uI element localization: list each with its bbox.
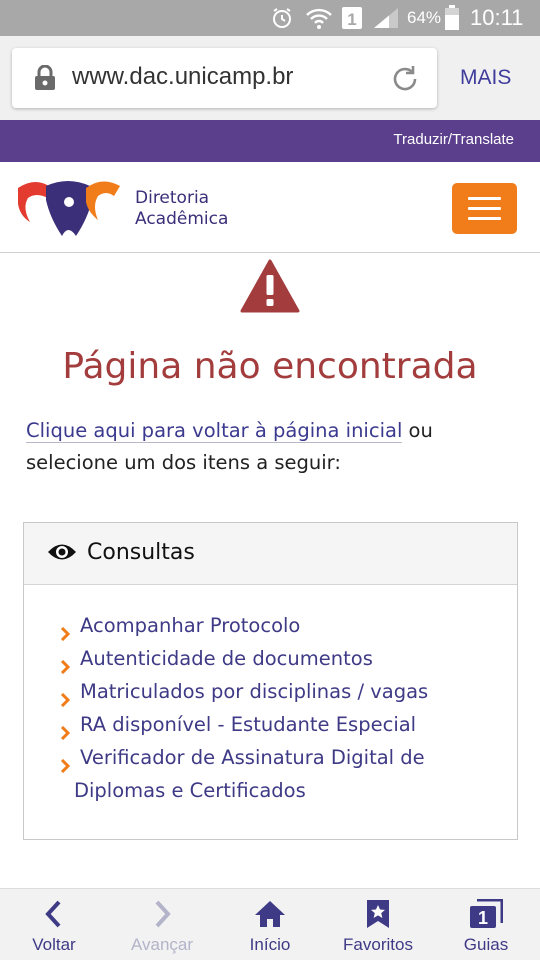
brand-line2: Acadêmica bbox=[135, 209, 229, 229]
list-item-label[interactable]: Matriculados por disciplinas / vagas bbox=[80, 680, 428, 703]
brand-name[interactable]: Diretoria Acadêmica bbox=[135, 188, 228, 230]
tabs-icon: 1 bbox=[469, 898, 504, 933]
intro-text: Clique aqui para voltar à página inicial… bbox=[26, 415, 526, 479]
back-label: Voltar bbox=[32, 935, 76, 954]
chevron-right-icon bbox=[60, 750, 71, 783]
list-item-label[interactable]: Verificador de Assinatura Digital de bbox=[80, 746, 425, 769]
browser-bottom-nav: Voltar Avançar Início Favoritos 1 Guias bbox=[0, 888, 540, 960]
hamburger-icon bbox=[468, 197, 501, 200]
back-button[interactable]: Voltar bbox=[0, 889, 108, 960]
list-item-label[interactable]: Autenticidade de documentos bbox=[80, 647, 373, 670]
bookmark-star-icon bbox=[365, 899, 391, 933]
lock-icon bbox=[34, 64, 56, 95]
consultas-panel: Consultas Acompanhar Protocolo Autentici… bbox=[23, 522, 518, 840]
hamburger-menu-button[interactable] bbox=[452, 183, 517, 234]
clock: 10:11 bbox=[470, 5, 524, 30]
svg-text:1: 1 bbox=[478, 908, 488, 928]
translate-link[interactable]: Traduzir/Translate bbox=[393, 131, 514, 148]
tabs-label: Guias bbox=[463, 935, 509, 954]
chevron-right-icon bbox=[151, 899, 173, 933]
address-bar[interactable]: www.dac.unicamp.br bbox=[12, 48, 437, 108]
more-menu-button[interactable]: MAIS bbox=[460, 66, 511, 90]
top-band: Traduzir/Translate bbox=[0, 120, 540, 162]
home-page-link[interactable]: Clique aqui para voltar à página inicial bbox=[26, 419, 403, 443]
reload-icon[interactable] bbox=[388, 62, 422, 100]
list-item-ra-disponivel[interactable]: RA disponível - Estudante Especial bbox=[60, 708, 500, 741]
sim-icon: 1 bbox=[341, 0, 363, 36]
warning-icon bbox=[240, 259, 300, 317]
browser-toolbar: www.dac.unicamp.br MAIS bbox=[0, 36, 540, 120]
tabs-button[interactable]: 1 Guias bbox=[432, 889, 540, 960]
consultas-list: Acompanhar Protocolo Autenticidade de do… bbox=[60, 609, 500, 807]
dac-logo[interactable] bbox=[18, 178, 120, 240]
forward-label: Avançar bbox=[130, 935, 194, 954]
signal-icon bbox=[372, 0, 400, 36]
panel-header: Consultas bbox=[24, 523, 517, 585]
home-button[interactable]: Início bbox=[216, 889, 324, 960]
wifi-icon bbox=[305, 0, 333, 36]
panel-title: Consultas bbox=[87, 540, 195, 565]
battery-percent: 64% bbox=[407, 8, 442, 27]
hamburger-bar bbox=[468, 217, 501, 220]
list-item-verificador-assinatura[interactable]: Verificador de Assinatura Digital de Dip… bbox=[60, 741, 500, 807]
list-item-matriculados[interactable]: Matriculados por disciplinas / vagas bbox=[60, 675, 500, 708]
favorites-label: Favoritos bbox=[343, 935, 413, 954]
favorites-button[interactable]: Favoritos bbox=[324, 889, 432, 960]
svg-text:1: 1 bbox=[347, 10, 356, 29]
url-text[interactable]: www.dac.unicamp.br bbox=[72, 63, 293, 91]
home-icon bbox=[254, 899, 286, 933]
list-item-label[interactable]: RA disponível - Estudante Especial bbox=[80, 713, 416, 736]
list-item-acompanhar-protocolo[interactable]: Acompanhar Protocolo bbox=[60, 609, 500, 642]
hamburger-bar bbox=[468, 207, 501, 210]
brand-line1: Diretoria bbox=[135, 188, 210, 208]
forward-button[interactable]: Avançar bbox=[108, 889, 216, 960]
list-item-label[interactable]: Acompanhar Protocolo bbox=[80, 614, 300, 637]
battery-icon bbox=[444, 0, 460, 36]
list-item-autenticidade[interactable]: Autenticidade de documentos bbox=[60, 642, 500, 675]
home-label: Início bbox=[249, 935, 291, 954]
eye-icon bbox=[47, 541, 77, 567]
page-title: Página não encontrada bbox=[62, 346, 478, 387]
list-item-label-continued[interactable]: Diplomas e Certificados bbox=[74, 774, 500, 807]
chevron-left-icon bbox=[43, 899, 65, 933]
alarm-icon bbox=[270, 0, 294, 36]
site-header: Diretoria Acadêmica bbox=[0, 162, 540, 253]
status-bar: 1 64% 10:11 bbox=[0, 0, 540, 36]
